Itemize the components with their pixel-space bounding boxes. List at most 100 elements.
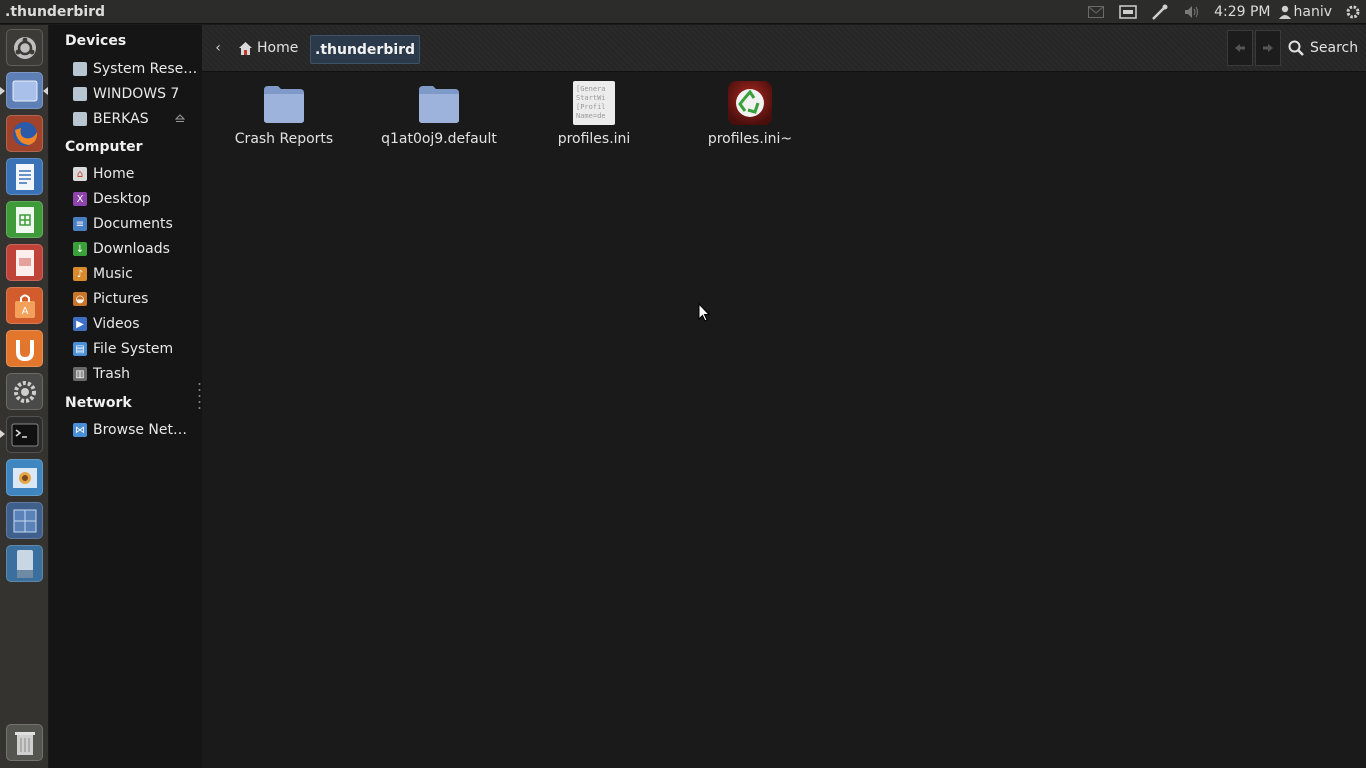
launcher-firefox-button[interactable] <box>6 115 43 152</box>
clock[interactable]: 4:29 PM <box>1208 4 1278 20</box>
sidebar-item-browse-network[interactable]: ⋈ Browse Net… <box>73 419 198 441</box>
sidebar-item-label: BERKAS <box>93 111 149 127</box>
launcher-impress-button[interactable] <box>6 244 43 281</box>
folder-icon <box>264 86 304 123</box>
sidebar-item-home[interactable]: ⌂ Home <box>73 163 198 185</box>
file-name: q1at0oj9.default <box>381 131 497 147</box>
file-name: profiles.ini~ <box>707 131 793 147</box>
launcher-drive-button[interactable] <box>6 545 43 582</box>
network-icon[interactable] <box>1144 0 1176 24</box>
arrow-left-icon <box>1235 44 1245 52</box>
launcher-screenshot-button[interactable] <box>6 459 43 496</box>
running-indicator <box>0 430 5 438</box>
home-icon: ⌂ <box>73 167 87 181</box>
sidebar-item-trash[interactable]: ▥ Trash <box>73 363 198 385</box>
volume-icon[interactable] <box>1176 0 1208 24</box>
launcher-calc-button[interactable] <box>6 201 43 238</box>
preview-line: StartWi <box>576 94 606 102</box>
devices-header: Devices <box>65 33 127 49</box>
firefox-icon <box>12 121 37 146</box>
launcher-trash-button[interactable] <box>6 724 43 761</box>
file-item-profiles-ini[interactable]: [Genera StartWi [Profil Name=de profiles… <box>519 81 669 147</box>
mail-icon[interactable] <box>1080 0 1112 24</box>
sidebar-item-music[interactable]: ♪ Music <box>73 263 198 285</box>
pictures-icon: ◒ <box>73 292 87 306</box>
file-view[interactable]: Crash Reports q1at0oj9.default [Genera S… <box>202 73 1366 768</box>
back-button[interactable] <box>1227 30 1253 66</box>
launcher-ubuntu-one-button[interactable] <box>6 330 43 367</box>
home-icon <box>239 41 252 55</box>
sidebar-item-system-reserved[interactable]: System Rese… <box>73 58 198 80</box>
preview-line: [Profil <box>576 103 606 111</box>
music-icon: ♪ <box>73 267 87 281</box>
search-icon <box>1288 40 1304 56</box>
user-menu[interactable]: haniv <box>1278 3 1341 20</box>
network-icon: ⋈ <box>73 423 87 437</box>
breadcrumb-current[interactable]: .thunderbird <box>310 35 421 64</box>
toolbar: ‹ Home .thunderbird Search <box>202 25 1366 72</box>
file-name: Crash Reports <box>234 131 334 147</box>
sidebar-item-label: Music <box>93 266 133 282</box>
drive-icon <box>73 87 87 101</box>
sidebar-item-documents[interactable]: ≡ Documents <box>73 213 198 235</box>
gear-icon[interactable] <box>1340 0 1366 24</box>
forward-button[interactable] <box>1255 30 1281 66</box>
sidebar-item-desktop[interactable]: X Desktop <box>73 188 198 210</box>
sidebar-item-label: Pictures <box>93 291 149 307</box>
sidebar-item-pictures[interactable]: ◒ Pictures <box>73 288 198 310</box>
launcher-writer-button[interactable] <box>6 158 43 195</box>
svg-text:A: A <box>21 306 28 317</box>
launcher-workspace-switcher-button[interactable] <box>6 502 43 539</box>
sidebar-item-label: Documents <box>93 216 173 232</box>
screenshot-icon <box>12 467 37 488</box>
sidebar-item-label: File System <box>93 341 174 357</box>
sidebar-item-label: Videos <box>93 316 140 332</box>
window-title: .thunderbird <box>5 3 106 20</box>
presentation-icon <box>15 249 34 276</box>
sidebar-item-label: Browse Net… <box>93 422 188 438</box>
breadcrumb-home-label: Home <box>257 40 299 56</box>
drive-icon <box>73 62 87 76</box>
user-name: haniv <box>1293 3 1333 20</box>
launcher-settings-button[interactable] <box>6 373 43 410</box>
preview-line: Name=de <box>576 112 606 120</box>
focused-indicator <box>43 87 48 95</box>
launcher: A <box>0 25 49 768</box>
settings-gear-icon <box>13 380 36 403</box>
file-item-profiles-ini-backup[interactable]: profiles.ini~ <box>675 81 825 147</box>
eject-icon[interactable] <box>175 113 185 123</box>
search-label: Search <box>1310 40 1359 56</box>
sidebar-resize-handle[interactable] <box>198 382 201 410</box>
file-item-crash-reports[interactable]: Crash Reports <box>209 81 359 147</box>
recycle-icon <box>728 81 772 125</box>
sidebar-item-videos[interactable]: ▶ Videos <box>73 313 198 335</box>
file-item-default-profile[interactable]: q1at0oj9.default <box>364 81 514 147</box>
downloads-icon: ↓ <box>73 242 87 256</box>
trash-icon <box>14 731 35 755</box>
arrow-right-icon <box>1263 44 1273 52</box>
text-file-icon: [Genera StartWi [Profil Name=de <box>573 81 615 125</box>
launcher-software-center-button[interactable]: A <box>6 287 43 324</box>
file-system-icon: ▤ <box>73 342 87 356</box>
sidebar-item-label: WINDOWS 7 <box>93 86 180 102</box>
launcher-dash-button[interactable] <box>6 29 43 66</box>
drive-icon <box>73 112 87 126</box>
breadcrumb-home[interactable]: Home <box>238 36 298 60</box>
sidebar-item-file-system[interactable]: ▤ File System <box>73 338 198 360</box>
user-icon <box>1278 5 1291 19</box>
search-button[interactable]: Search <box>1288 36 1358 60</box>
documents-icon: ≡ <box>73 217 87 231</box>
indicator-area: 4:29 PM haniv <box>1080 0 1366 24</box>
top-panel: .thunderbird 4:29 PM haniv <box>0 0 1366 24</box>
workspace-icon <box>13 509 36 532</box>
keyboard-icon[interactable] <box>1112 0 1144 24</box>
desktop-icon: X <box>73 192 87 206</box>
launcher-files-button[interactable] <box>6 72 43 109</box>
document-icon <box>15 163 34 190</box>
sidebar-item-windows-7[interactable]: WINDOWS 7 <box>73 83 198 105</box>
breadcrumb-back-button[interactable]: ‹ <box>212 39 224 57</box>
sidebar-item-label: Home <box>93 166 135 182</box>
sidebar-item-downloads[interactable]: ↓ Downloads <box>73 238 198 260</box>
running-indicator <box>0 87 5 95</box>
launcher-terminal-button[interactable] <box>6 416 43 453</box>
